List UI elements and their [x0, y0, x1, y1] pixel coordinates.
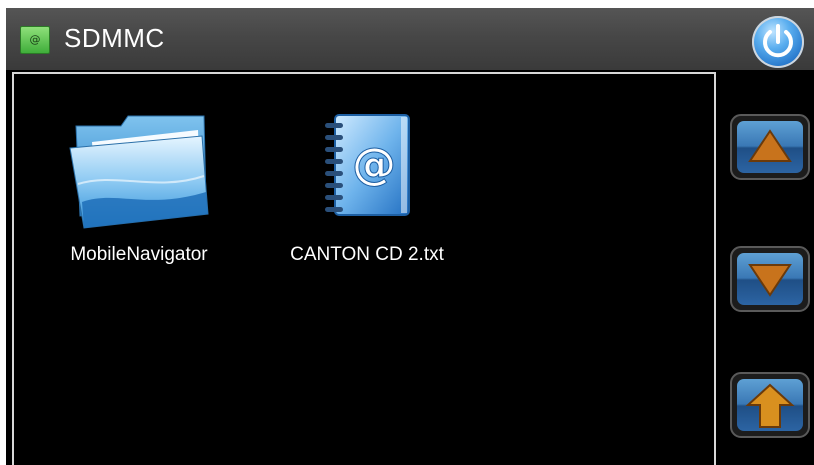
triangle-down-icon — [748, 264, 792, 297]
file-item-mobilenavigator[interactable]: MobileNavigator — [44, 76, 234, 265]
triangle-up-icon — [748, 129, 792, 162]
file-name-label: MobileNavigator — [70, 244, 208, 265]
arrow-up-icon — [745, 383, 795, 428]
address-book-icon: @ — [20, 26, 50, 54]
svg-text:@: @ — [352, 139, 396, 190]
text-file-icon: @ — [325, 114, 410, 216]
title-bar: @ SDMMC — [6, 8, 814, 70]
parent-folder-button[interactable] — [730, 372, 810, 438]
folder-icon — [69, 115, 209, 229]
file-list-panel: MobileNavigator @ CANTON CD 2.txt — [12, 72, 716, 465]
scroll-up-button[interactable] — [730, 114, 810, 180]
power-button[interactable] — [752, 16, 804, 68]
screen: @ SDMMC MobileNavigator @ CANTON CD 2.tx… — [6, 8, 814, 465]
file-name-label: CANTON CD 2.txt — [290, 244, 444, 265]
power-icon — [763, 24, 793, 58]
window-title: SDMMC — [64, 23, 165, 53]
scroll-down-button[interactable] — [730, 246, 810, 312]
file-item-canton-cd-2-txt[interactable]: @ CANTON CD 2.txt — [272, 76, 462, 265]
